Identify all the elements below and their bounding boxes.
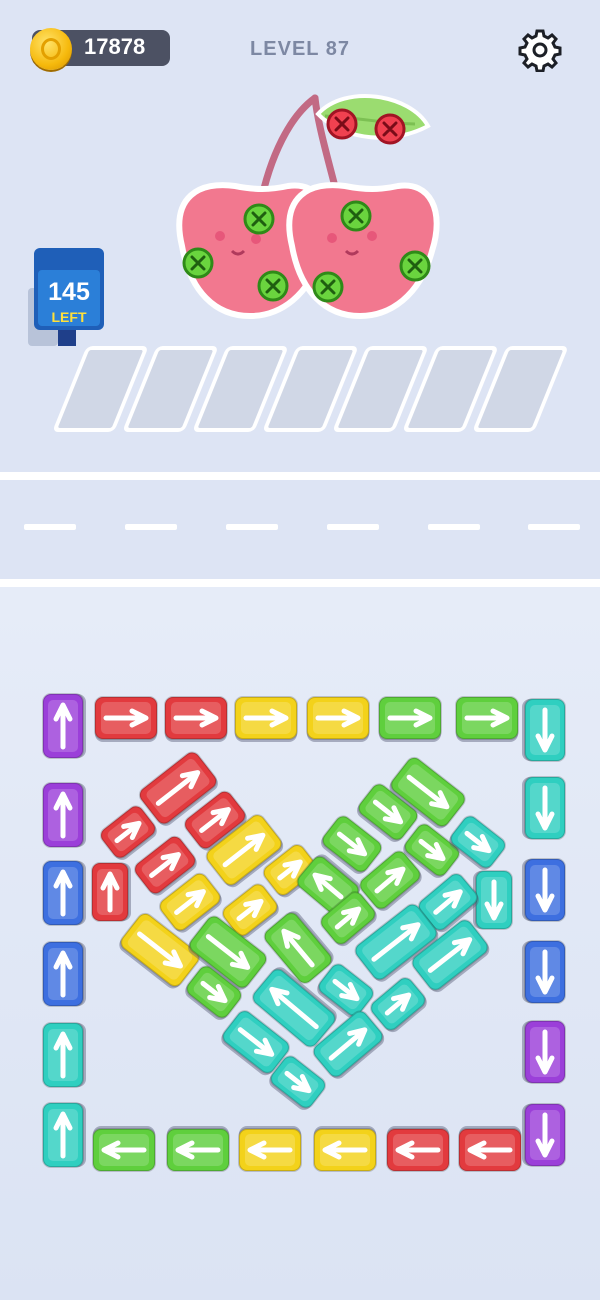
road	[0, 472, 600, 587]
car-purple[interactable]	[42, 693, 86, 759]
car-yellow[interactable]	[234, 696, 298, 742]
car-blue[interactable]	[42, 941, 86, 1007]
cherry-puzzle[interactable]	[160, 86, 440, 326]
car-purple[interactable]	[522, 1020, 566, 1084]
car-teal[interactable]	[446, 813, 508, 873]
lane-dash	[327, 524, 379, 530]
car-teal[interactable]	[522, 776, 566, 840]
car-red[interactable]	[458, 1126, 522, 1172]
car-green[interactable]	[166, 1126, 230, 1172]
lane-dash	[226, 524, 278, 530]
level-label: LEVEL 87	[250, 38, 350, 60]
lane-dash	[428, 524, 480, 530]
remaining-label: LEFT	[51, 309, 87, 325]
car-blue[interactable]	[522, 940, 566, 1004]
car-teal[interactable]	[42, 1102, 86, 1168]
lane-dash	[528, 524, 580, 530]
road-edge-bottom	[0, 579, 600, 587]
car-yellow[interactable]	[306, 696, 370, 742]
car-purple[interactable]	[522, 1103, 566, 1167]
car-teal[interactable]	[522, 698, 566, 762]
road-edge-top	[0, 472, 600, 480]
car-green[interactable]	[92, 1126, 156, 1172]
remaining-count: 145	[48, 278, 90, 306]
car-green[interactable]	[378, 696, 442, 742]
car-red[interactable]	[94, 696, 158, 742]
car-teal[interactable]	[42, 1022, 86, 1088]
gear-icon[interactable]	[518, 28, 562, 72]
car-red[interactable]	[91, 862, 131, 922]
lane-dash	[24, 524, 76, 530]
car-board[interactable]	[0, 680, 600, 1180]
car-green[interactable]	[455, 696, 519, 742]
car-purple[interactable]	[42, 782, 86, 848]
car-red[interactable]	[164, 696, 228, 742]
lane-dash	[125, 524, 177, 530]
car-blue[interactable]	[42, 860, 86, 926]
car-blue[interactable]	[522, 858, 566, 922]
car-yellow[interactable]	[313, 1126, 377, 1172]
parking-slots	[54, 346, 567, 432]
car-yellow[interactable]	[238, 1126, 302, 1172]
car-red[interactable]	[386, 1126, 450, 1172]
